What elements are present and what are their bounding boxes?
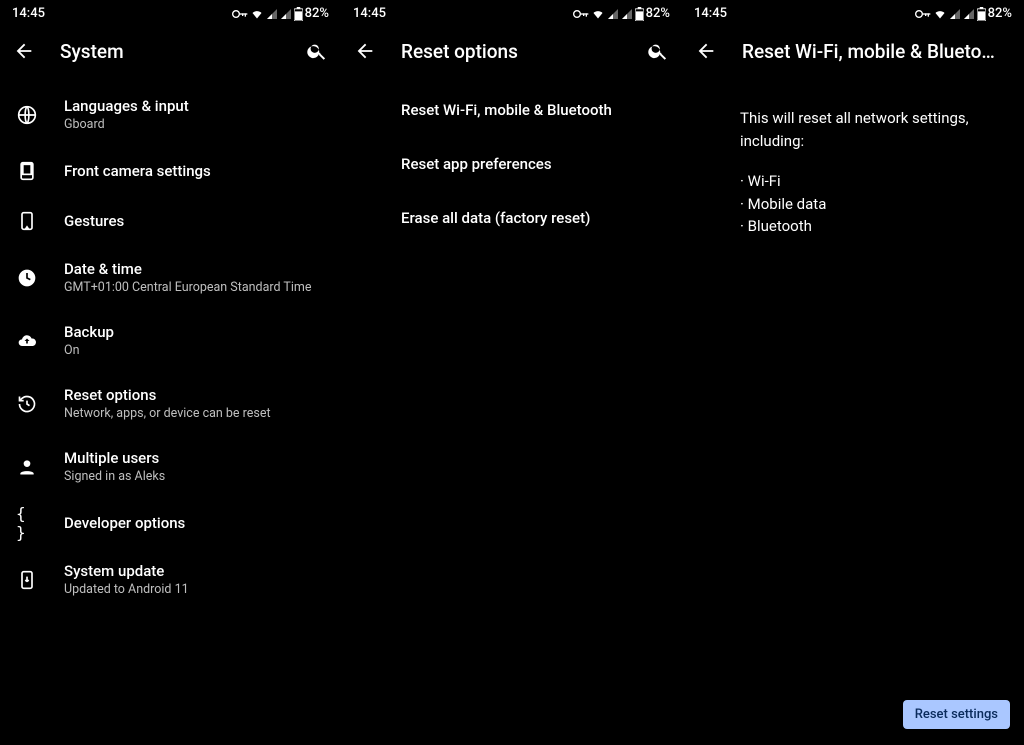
screen-reset-network: 14:45 82% Reset Wi-Fi, mobile & Blueto… … [682, 0, 1024, 745]
lead-text: This will reset all network settings, in… [740, 107, 1004, 152]
vpn-key-icon [232, 9, 248, 19]
item-languages-input[interactable]: Languages & input Gboard [0, 83, 341, 146]
item-reset-options[interactable]: Reset options Network, apps, or device c… [0, 372, 341, 435]
vpn-key-icon [915, 9, 931, 19]
cloud-upload-icon [16, 330, 38, 352]
item-reset-network[interactable]: Reset Wi-Fi, mobile & Bluetooth [341, 83, 682, 137]
reset-settings-button[interactable]: Reset settings [903, 700, 1010, 729]
screen-reset-options: 14:45 82% Reset options Reset Wi-Fi, mob… [341, 0, 682, 745]
item-label: Erase all data (factory reset) [401, 209, 590, 227]
item-reset-app-prefs[interactable]: Reset app preferences [341, 137, 682, 191]
wifi-icon [250, 8, 264, 20]
header: Reset Wi-Fi, mobile & Blueto… [682, 25, 1024, 75]
wifi-icon [591, 8, 605, 20]
battery-icon [635, 7, 644, 21]
search-icon [647, 40, 669, 62]
status-icons: 82% [573, 6, 670, 21]
vpn-key-icon [573, 9, 589, 19]
person-icon [16, 456, 38, 478]
status-icons: 82% [915, 6, 1012, 21]
search-icon [306, 40, 328, 62]
header: Reset options [341, 25, 682, 75]
signal1-icon [949, 8, 961, 20]
search-button[interactable] [646, 39, 670, 63]
reset-list: Reset Wi-Fi, mobile & Bluetooth Reset ap… [341, 75, 682, 745]
item-sub: Gboard [64, 117, 189, 132]
item-label: Multiple users [64, 449, 165, 467]
bullet-bluetooth: Bluetooth [740, 215, 1004, 238]
status-time: 14:45 [353, 6, 386, 21]
status-time: 14:45 [12, 6, 45, 21]
item-label: Developer options [64, 514, 185, 532]
wifi-icon [933, 8, 947, 20]
item-label: Reset app preferences [401, 155, 552, 173]
settings-list: Languages & input Gboard Front camera se… [0, 75, 341, 745]
item-sub: On [64, 343, 114, 358]
statusbar: 14:45 82% [341, 0, 682, 25]
status-time: 14:45 [694, 6, 727, 21]
statusbar: 14:45 82% [0, 0, 341, 25]
item-gestures[interactable]: Gestures [0, 196, 341, 246]
bullet-mobile: Mobile data [740, 193, 1004, 216]
signal1-icon [607, 8, 619, 20]
item-front-camera[interactable]: Front camera settings [0, 146, 341, 196]
body-text: This will reset all network settings, in… [682, 75, 1024, 238]
clock-icon [16, 267, 38, 289]
status-battery: 82% [305, 6, 329, 21]
restore-icon [16, 393, 38, 415]
bullet-wifi: Wi-Fi [740, 170, 1004, 193]
arrow-back-icon [354, 40, 376, 62]
item-label: Languages & input [64, 97, 189, 115]
signal2-icon [963, 8, 975, 20]
page-title: Reset Wi-Fi, mobile & Blueto… [742, 40, 1012, 63]
signal2-icon [280, 8, 292, 20]
item-label: System update [64, 562, 189, 580]
item-label: Reset Wi-Fi, mobile & Bluetooth [401, 101, 612, 119]
arrow-back-icon [13, 40, 35, 62]
system-update-icon [16, 569, 38, 591]
item-factory-reset[interactable]: Erase all data (factory reset) [341, 191, 682, 245]
page-title: System [60, 40, 305, 63]
item-sub: Signed in as Aleks [64, 469, 165, 484]
camera-front-icon [16, 160, 38, 182]
item-multiple-users[interactable]: Multiple users Signed in as Aleks [0, 435, 341, 498]
back-button[interactable] [694, 39, 718, 63]
gestures-icon [16, 210, 38, 232]
header: System [0, 25, 341, 75]
signal1-icon [266, 8, 278, 20]
arrow-back-icon [695, 40, 717, 62]
item-label: Reset options [64, 386, 271, 404]
button-bar: Reset settings [682, 690, 1024, 745]
item-system-update[interactable]: System update Updated to Android 11 [0, 548, 341, 611]
item-label: Backup [64, 323, 114, 341]
item-sub: GMT+01:00 Central European Standard Time [64, 280, 311, 295]
item-sub: Updated to Android 11 [64, 582, 189, 597]
status-icons: 82% [232, 6, 329, 21]
status-battery: 82% [988, 6, 1012, 21]
item-label: Front camera settings [64, 162, 211, 180]
back-button[interactable] [12, 39, 36, 63]
search-button[interactable] [305, 39, 329, 63]
braces-icon: { } [16, 512, 38, 534]
page-title: Reset options [401, 40, 646, 63]
item-backup[interactable]: Backup On [0, 309, 341, 372]
item-label: Gestures [64, 212, 124, 230]
screen-system: 14:45 82% System Languages & input Gboar… [0, 0, 341, 745]
statusbar: 14:45 82% [682, 0, 1024, 25]
back-button[interactable] [353, 39, 377, 63]
item-date-time[interactable]: Date & time GMT+01:00 Central European S… [0, 246, 341, 309]
battery-icon [294, 7, 303, 21]
status-battery: 82% [646, 6, 670, 21]
battery-icon [977, 7, 986, 21]
signal2-icon [621, 8, 633, 20]
item-sub: Network, apps, or device can be reset [64, 406, 271, 421]
globe-icon [16, 104, 38, 126]
item-developer-options[interactable]: { } Developer options [0, 498, 341, 548]
item-label: Date & time [64, 260, 311, 278]
